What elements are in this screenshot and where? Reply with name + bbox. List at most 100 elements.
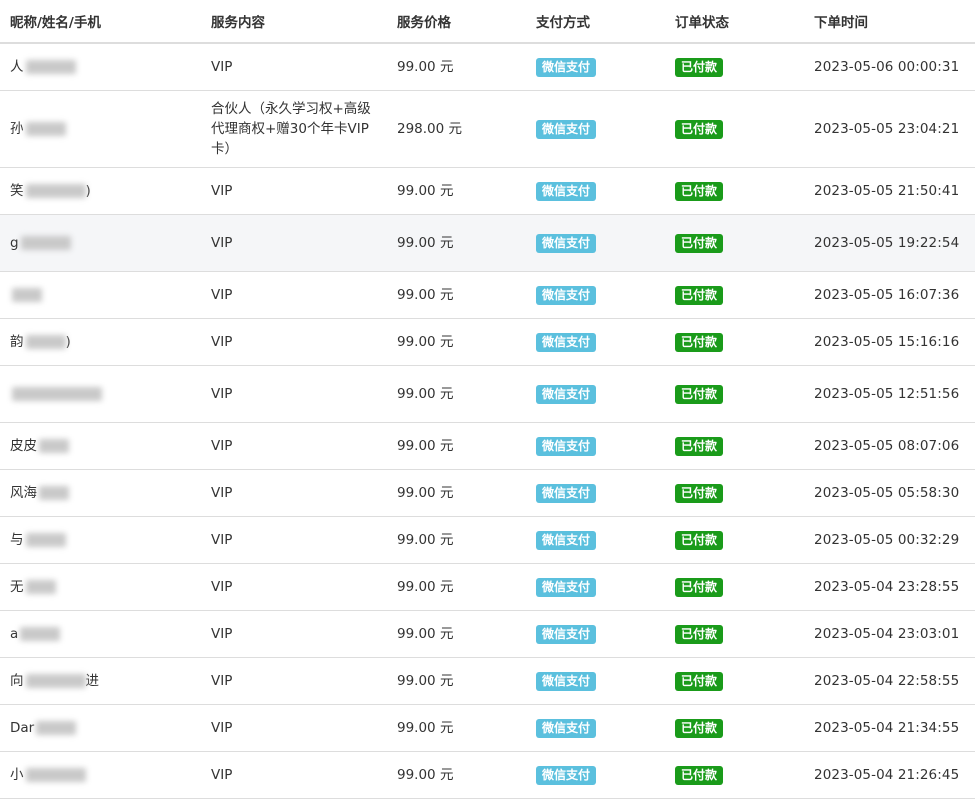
price-cell: 99.00 元 (387, 563, 526, 611)
status-badge: 已付款 (675, 233, 724, 253)
status-cell: 已付款 (665, 365, 804, 423)
table-row: VIP 99.00 元 微信支付 已付款 2023-05-05 12:51:56 (0, 365, 975, 423)
payment-badge: 微信支付 (536, 384, 597, 404)
status-cell: 已付款 (665, 469, 804, 517)
payment-cell: 微信支付 (526, 657, 665, 705)
table-row: Dar VIP 99.00 元 微信支付 已付款 2023-05-04 21:34:55 (0, 704, 975, 752)
payment-cell: 微信支付 (526, 167, 665, 215)
payment-badge: 微信支付 (536, 577, 597, 597)
service-cell: VIP (201, 365, 387, 423)
payment-badge: 微信支付 (536, 436, 597, 456)
name-cell (0, 365, 201, 423)
redacted-mask (39, 485, 69, 500)
status-badge: 已付款 (675, 483, 724, 503)
payment-cell: 微信支付 (526, 318, 665, 366)
service-text: VIP (211, 182, 233, 199)
price-cell: 99.00 元 (387, 167, 526, 215)
service-cell: VIP (201, 214, 387, 272)
status-badge: 已付款 (675, 577, 724, 597)
service-text: VIP (211, 286, 233, 303)
time-cell: 2023-05-04 22:58:55 (804, 657, 975, 705)
table-row: 笑) VIP 99.00 元 微信支付 已付款 2023-05-05 21:50:41 (0, 167, 975, 215)
price-text: 99.00 元 (397, 182, 454, 199)
payment-cell: 微信支付 (526, 563, 665, 611)
redacted-mask (25, 334, 66, 349)
nickname-text: 无 (10, 578, 24, 595)
service-text: VIP (211, 333, 233, 350)
service-cell: VIP (201, 610, 387, 658)
service-cell: VIP (201, 43, 387, 91)
redacted-mask (20, 626, 61, 641)
redacted-mask (39, 438, 69, 453)
nickname-text: 孙 (10, 120, 24, 137)
time-cell: 2023-05-05 23:04:21 (804, 90, 975, 168)
time-cell: 2023-05-04 23:28:55 (804, 563, 975, 611)
order-time: 2023-05-05 00:32:29 (814, 531, 960, 548)
status-cell: 已付款 (665, 610, 804, 658)
service-cell: VIP (201, 516, 387, 564)
price-text: 99.00 元 (397, 484, 454, 501)
order-time: 2023-05-05 05:58:30 (814, 484, 960, 501)
price-text: 99.00 元 (397, 234, 454, 251)
service-text: VIP (211, 531, 233, 548)
service-cell: VIP (201, 167, 387, 215)
time-cell: 2023-05-05 00:32:29 (804, 516, 975, 564)
redacted-mask (25, 673, 86, 688)
nickname-tail: ) (65, 333, 71, 350)
order-time: 2023-05-05 15:16:16 (814, 333, 960, 350)
service-text: VIP (211, 58, 233, 75)
service-cell: VIP (201, 271, 387, 319)
price-cell: 99.00 元 (387, 214, 526, 272)
nickname-text: 向 (10, 672, 24, 689)
header-payment: 支付方式 (526, 0, 665, 44)
name-cell: 韵) (0, 318, 201, 366)
service-cell: VIP (201, 657, 387, 705)
status-cell: 已付款 (665, 90, 804, 168)
order-time: 2023-05-05 23:04:21 (814, 120, 960, 137)
name-cell: 皮皮 (0, 422, 201, 470)
status-badge: 已付款 (675, 57, 724, 77)
service-cell: VIP (201, 422, 387, 470)
payment-badge: 微信支付 (536, 671, 597, 691)
table-row: 无 VIP 99.00 元 微信支付 已付款 2023-05-04 23:28:55 (0, 563, 975, 611)
payment-badge: 微信支付 (536, 233, 597, 253)
time-cell: 2023-05-04 23:03:01 (804, 610, 975, 658)
nickname-text: 小 (10, 766, 24, 783)
price-cell: 99.00 元 (387, 751, 526, 799)
name-cell: 人 (0, 43, 201, 91)
table-row: 孙 合伙人（永久学习权+高级代理商权+赠30个年卡VIP卡） 298.00 元 微信支… (0, 90, 975, 168)
nickname-text: 人 (10, 58, 24, 75)
status-cell: 已付款 (665, 318, 804, 366)
header-service: 服务内容 (201, 0, 387, 44)
payment-badge: 微信支付 (536, 332, 597, 352)
orders-table: 昵称/姓名/手机 服务内容 服务价格 支付方式 订单状态 下单时间 人 VIP 99… (0, 0, 975, 799)
service-cell: 合伙人（永久学习权+高级代理商权+赠30个年卡VIP卡） (201, 90, 387, 168)
table-row: a VIP 99.00 元 微信支付 已付款 2023-05-04 23:03:01 (0, 610, 975, 658)
payment-badge: 微信支付 (536, 765, 597, 785)
name-cell: g (0, 214, 201, 272)
header-price: 服务价格 (387, 0, 526, 44)
payment-badge: 微信支付 (536, 285, 597, 305)
time-cell: 2023-05-05 16:07:36 (804, 271, 975, 319)
status-cell: 已付款 (665, 271, 804, 319)
service-cell: VIP (201, 704, 387, 752)
order-time: 2023-05-04 23:03:01 (814, 625, 960, 642)
redacted-mask (25, 579, 56, 594)
service-text: VIP (211, 719, 233, 736)
table-row: VIP 99.00 元 微信支付 已付款 2023-05-05 16:07:36 (0, 271, 975, 319)
payment-badge: 微信支付 (536, 119, 597, 139)
status-badge: 已付款 (675, 332, 724, 352)
price-cell: 99.00 元 (387, 365, 526, 423)
status-badge: 已付款 (675, 671, 724, 691)
name-cell: 孙 (0, 90, 201, 168)
redacted-mask (25, 767, 86, 782)
price-cell: 298.00 元 (387, 90, 526, 168)
table-row: 与 VIP 99.00 元 微信支付 已付款 2023-05-05 00:32:29 (0, 516, 975, 564)
time-cell: 2023-05-06 00:00:31 (804, 43, 975, 91)
price-text: 298.00 元 (397, 120, 463, 137)
price-cell: 99.00 元 (387, 43, 526, 91)
nickname-text: 与 (10, 531, 24, 548)
price-cell: 99.00 元 (387, 610, 526, 658)
price-cell: 99.00 元 (387, 704, 526, 752)
nickname: 孙 (10, 119, 66, 139)
